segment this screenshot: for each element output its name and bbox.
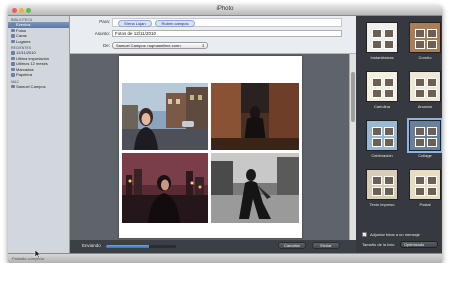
template-thumbnail bbox=[366, 120, 398, 151]
window-title: iPhoto bbox=[216, 6, 234, 12]
template-label: Instantáneas bbox=[370, 55, 394, 60]
attach-photos-checkbox[interactable]: ✓ bbox=[362, 232, 367, 237]
photo-size-popup[interactable]: Optimizado bbox=[400, 241, 438, 248]
event-icon bbox=[11, 51, 15, 55]
sending-progress bbox=[106, 245, 176, 248]
title-bar: iPhoto bbox=[8, 5, 442, 16]
scrollbar-thumb[interactable] bbox=[351, 72, 355, 122]
template-collage[interactable]: Collage bbox=[407, 118, 442, 158]
template-thumbnail bbox=[409, 169, 441, 200]
sidebar-item-label: Ultimos 12 meses bbox=[16, 61, 48, 66]
photo-night-figure[interactable] bbox=[211, 83, 299, 150]
sidebar-item-label: Eventos bbox=[16, 22, 31, 27]
template-label: Postal bbox=[419, 202, 431, 207]
sidebar-item-label: Fotos bbox=[16, 27, 27, 33]
sidebar-item[interactable]: Samuel Campos bbox=[8, 84, 69, 90]
import-icon bbox=[11, 56, 15, 60]
photo-city-night[interactable] bbox=[122, 153, 208, 223]
photo-size-value: Optimizado bbox=[404, 242, 425, 247]
events-icon bbox=[11, 23, 15, 27]
sidebar-item-label: Caras bbox=[16, 33, 27, 38]
subject-field[interactable]: Fotos de 12/11/2010 bbox=[112, 30, 342, 37]
message-scrollbar[interactable] bbox=[349, 54, 356, 245]
popup-arrows-icon: ⇕ bbox=[201, 43, 205, 48]
template-cardstock[interactable]: Cartulina bbox=[365, 71, 399, 109]
faces-icon bbox=[11, 34, 15, 38]
sidebar: BIBLIOTECA Eventos Fotos Caras Lugares RECIEN… bbox=[8, 16, 70, 253]
status-bar: Pantalla completa bbox=[8, 253, 442, 263]
template-cork[interactable]: Corcho bbox=[408, 22, 442, 60]
sidebar-item[interactable]: Lugares bbox=[8, 39, 69, 45]
collage-stationery bbox=[119, 56, 302, 238]
sidebar-item[interactable]: Papelera bbox=[8, 72, 69, 78]
message-body[interactable] bbox=[70, 54, 356, 245]
template-thumbnail bbox=[409, 22, 441, 53]
template-label: Texto impreso bbox=[369, 202, 395, 207]
sending-label: Enviando bbox=[82, 243, 101, 248]
template-thumbnail bbox=[366, 71, 398, 102]
calendar-icon bbox=[11, 62, 15, 66]
mouse-cursor-icon bbox=[34, 250, 42, 258]
template-label: Celebración bbox=[371, 153, 393, 158]
flag-icon bbox=[11, 67, 15, 71]
template-thumbnail bbox=[409, 71, 441, 102]
to-label: Para: bbox=[99, 19, 110, 24]
sidebar-item-label: Samuel Campos bbox=[16, 83, 46, 89]
template-thumbnail bbox=[366, 22, 398, 53]
template-announcement[interactable]: Anuncio bbox=[408, 71, 442, 109]
photo-street-woman[interactable] bbox=[122, 83, 208, 150]
to-field[interactable]: Elena Lujan Ruben campos bbox=[112, 18, 342, 27]
sidebar-item-label: Ultima importación bbox=[16, 55, 50, 61]
sidebar-item-label: 12/11/2010 bbox=[16, 50, 36, 55]
from-label: De: bbox=[102, 43, 110, 48]
photo-street-bw[interactable] bbox=[211, 153, 299, 223]
places-icon bbox=[11, 39, 15, 43]
template-snapshots[interactable]: Instantáneas bbox=[365, 22, 399, 60]
photo-size-label: Tamaño de la foto: bbox=[362, 242, 395, 247]
desktop-background bbox=[0, 263, 450, 281]
email-compose: Para: Elena Lujan Ruben campos Asunto: F… bbox=[70, 16, 356, 255]
cancel-button[interactable]: Cancelar bbox=[278, 242, 306, 249]
recipient-token[interactable]: Elena Lujan bbox=[118, 20, 152, 27]
sidebar-item-label: Marcadas bbox=[16, 66, 34, 72]
trash-icon bbox=[11, 73, 15, 77]
send-bar: Enviando Cancelar Enviar bbox=[70, 240, 356, 255]
sidebar-item-label: Lugares bbox=[16, 38, 31, 44]
template-label: Collage bbox=[418, 153, 432, 158]
template-print[interactable]: Texto impreso bbox=[365, 169, 399, 207]
mac-icon bbox=[11, 84, 15, 88]
from-value: Samuel Campos <sqmanellme.com> bbox=[116, 43, 182, 48]
from-popup[interactable]: Samuel Campos <sqmanellme.com> ⇕ bbox=[112, 42, 208, 49]
send-button[interactable]: Enviar bbox=[312, 242, 340, 249]
template-label: Corcho bbox=[418, 55, 432, 60]
attach-photos-label: Adjuntar fotos a un mensaje bbox=[370, 232, 420, 237]
template-thumbnail bbox=[366, 169, 398, 200]
photos-icon bbox=[11, 28, 15, 32]
template-thumbnail bbox=[407, 118, 442, 153]
theme-browser: Postal Texto impreso Collage Celebración Anu… bbox=[356, 16, 442, 253]
iphoto-window: iPhoto BIBLIOTECA Eventos Fotos Caras Lugare… bbox=[8, 5, 442, 263]
template-label: Cartulina bbox=[373, 104, 390, 109]
template-postcard[interactable]: Postal bbox=[408, 169, 442, 207]
template-celebration[interactable]: Celebración bbox=[365, 120, 399, 158]
template-label: Anuncio bbox=[417, 104, 433, 109]
sidebar-item-label: Papelera bbox=[16, 72, 33, 77]
recipient-token[interactable]: Ruben campos bbox=[155, 20, 195, 27]
subject-label: Asunto: bbox=[94, 31, 110, 36]
message-header: Para: Elena Lujan Ruben campos Asunto: F… bbox=[70, 16, 356, 54]
